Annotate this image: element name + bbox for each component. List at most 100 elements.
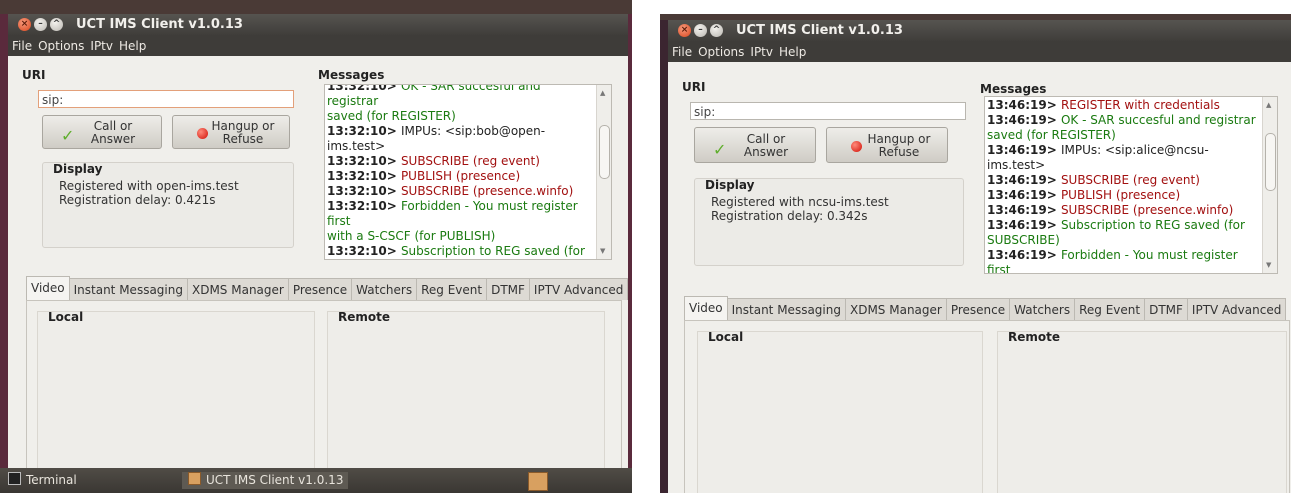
display-line-2: Registration delay: 0.342s [711,209,868,223]
desktop-top-panel [0,0,632,14]
message-line: 13:32:10> Forbidden - You must register … [327,199,595,229]
message-timestamp: 13:46:19> [987,188,1061,202]
tab-reg-event[interactable]: Reg Event [1074,298,1146,320]
message-timestamp: 13:46:19> [987,98,1061,112]
hangup-refuse-button[interactable]: Hangup or Refuse [826,127,948,163]
window-title: UCT IMS Client v1.0.13 [736,23,903,38]
client-window: × – ^ UCT IMS Client v1.0.13 File Option… [668,20,1291,493]
tab-watchers[interactable]: Watchers [1009,298,1076,320]
tab-watchers[interactable]: Watchers [351,278,418,300]
scroll-up-icon[interactable]: ▲ [600,89,605,97]
message-line: 13:46:19> SUBSCRIBE (reg event) [987,173,1261,188]
maximize-icon[interactable]: ^ [710,24,723,37]
tab-xdms-manager[interactable]: XDMS Manager [844,298,947,320]
call-label-2: Answer [90,132,136,146]
message-text: saved (for REGISTER) [987,128,1116,142]
right-screenshot: × – ^ UCT IMS Client v1.0.13 File Option… [660,14,1291,493]
uri-input[interactable]: sip: [690,102,966,120]
messages-log[interactable]: 13:32:10> OK - SAR succesful and registr… [324,84,612,260]
uri-input[interactable]: sip: [38,90,294,108]
message-text: with a S-CSCF (for PUBLISH) [327,229,496,243]
tab-presence[interactable]: Presence [287,278,353,300]
message-text: Subscription to REG saved (for [1060,218,1245,232]
message-timestamp: 13:46:19> [987,248,1061,262]
menu-options[interactable]: Options [698,42,744,62]
message-timestamp: 13:32:10> [327,199,401,213]
display-line-1: Registered with open-ims.test [59,179,239,193]
messages-scrollbar[interactable]: ▲ ▼ [1262,97,1277,273]
tab-video[interactable]: Video [684,296,728,320]
messages-log[interactable]: 13:46:19> REGISTER with credentials 13:46… [984,96,1278,274]
menu-file[interactable]: File [12,36,32,56]
tab-video[interactable]: Video [26,276,70,300]
message-timestamp: 13:46:19> [987,218,1061,232]
tab-iptv-advanced[interactable]: IPTV Advanced [528,278,629,300]
call-answer-button[interactable]: ✓ Call or Answer [42,115,162,149]
message-line: 13:32:10> SUBSCRIBE (presence.winfo) [327,184,595,199]
check-icon: ✓ [713,140,727,159]
title-bar: × – ^ UCT IMS Client v1.0.13 [8,14,628,36]
message-line: 13:46:19> PUBLISH (presence) [987,188,1261,203]
message-line: 13:46:19> SUBSCRIBE (presence.winfo) [987,203,1261,218]
messages-scrollbar[interactable]: ▲ ▼ [596,85,611,259]
message-line: 13:46:19> Forbidden - You must register … [987,248,1261,273]
hangup-icon [197,128,208,139]
tab-dtmf[interactable]: DTMF [1144,298,1188,320]
tab-dtmf[interactable]: DTMF [486,278,530,300]
scroll-up-icon[interactable]: ▲ [1266,101,1271,109]
scroll-down-icon[interactable]: ▼ [600,247,605,255]
tab-reg-event[interactable]: Reg Event [416,278,488,300]
message-timestamp: 13:32:10> [327,154,401,168]
message-line: 13:32:10> PUBLISH (presence) [327,169,595,184]
tab-presence[interactable]: Presence [945,298,1011,320]
taskbar-ims-client[interactable]: UCT IMS Client v1.0.13 [182,472,348,489]
message-text: SUBSCRIBE) [987,233,1060,247]
call-label-1: Call or [746,132,786,146]
tab-xdms-manager[interactable]: XDMS Manager [186,278,289,300]
minimize-icon[interactable]: – [694,24,707,37]
message-line: SUBSCRIBE) [987,233,1261,248]
taskbar-terminal[interactable]: Terminal [8,472,158,489]
menu-iptv[interactable]: IPtv [750,42,773,62]
message-timestamp: 13:46:19> [987,173,1061,187]
hangup-icon [851,141,862,152]
message-text: SUBSCRIBE) [327,259,400,260]
menu-help[interactable]: Help [779,42,806,62]
menu-help[interactable]: Help [119,36,146,56]
message-line: saved (for REGISTER) [327,109,595,124]
message-timestamp: 13:46:19> [987,203,1061,217]
messages-content: 13:46:19> REGISTER with credentials 13:46… [987,98,1261,273]
message-line: 13:32:10> Subscription to REG saved (for [327,244,595,259]
menu-iptv[interactable]: IPtv [90,36,113,56]
message-line: saved (for REGISTER) [987,128,1261,143]
menu-file[interactable]: File [672,42,692,62]
call-answer-button[interactable]: ✓ Call or Answer [694,127,816,163]
call-label-2: Answer [743,145,789,159]
close-icon[interactable]: × [678,24,691,37]
maximize-icon[interactable]: ^ [50,18,63,31]
remote-video-area: Remote [997,330,1287,493]
message-text: Subscription to REG saved (for [400,244,585,258]
scroll-thumb[interactable] [599,125,610,179]
hangup-label-2: Refuse [222,132,264,146]
hangup-refuse-button[interactable]: Hangup or Refuse [172,115,290,149]
scroll-down-icon[interactable]: ▼ [1266,261,1271,269]
show-desktop-icon[interactable] [528,472,548,491]
message-line: 13:46:19> IMPUs: <sip:alice@ncsu-ims.tes… [987,143,1261,173]
message-text: SUBSCRIBE (presence.winfo) [1060,203,1234,217]
messages-label: Messages [980,82,1047,96]
message-line: 13:46:19> Subscription to REG saved (for [987,218,1261,233]
local-video-area: Local [37,310,315,469]
message-text: SUBSCRIBE (reg event) [400,154,540,168]
close-icon[interactable]: × [18,18,31,31]
tab-iptv-advanced[interactable]: IPTV Advanced [1186,298,1287,320]
message-text: PUBLISH (presence) [1060,188,1181,202]
tab-instant-messaging[interactable]: Instant Messaging [726,298,846,320]
menu-options[interactable]: Options [38,36,84,56]
message-timestamp: 13:32:10> [327,84,401,93]
minimize-icon[interactable]: – [34,18,47,31]
message-timestamp: 13:32:10> [327,244,401,258]
scroll-thumb[interactable] [1265,133,1276,191]
window-icon [188,472,201,485]
tab-instant-messaging[interactable]: Instant Messaging [68,278,188,300]
